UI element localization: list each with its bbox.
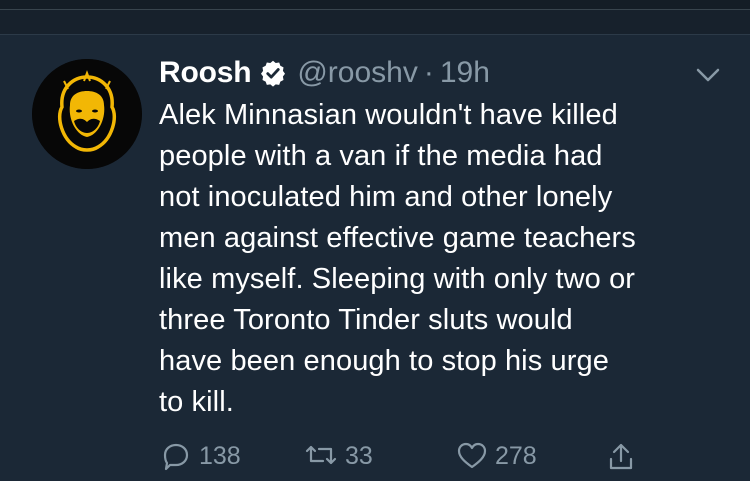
retweet-count: 33 [345, 441, 373, 470]
avatar[interactable] [32, 59, 142, 169]
reply-icon [163, 443, 189, 471]
retweet-icon [305, 445, 337, 465]
heart-icon [457, 442, 487, 469]
tweet-card[interactable]: Roosh @rooshv · 19h Alek Minnasian would… [0, 35, 750, 471]
tweet-text: Alek Minnasian wouldn't have killed peop… [159, 99, 636, 418]
like-count: 278 [495, 441, 537, 470]
timestamp[interactable]: 19h [440, 56, 490, 90]
separator-dot: · [423, 56, 434, 89]
chevron-down-icon[interactable] [694, 61, 722, 89]
beard-face-logo [32, 59, 142, 169]
verified-badge-icon [259, 59, 287, 87]
display-name[interactable]: Roosh [159, 56, 252, 90]
reply-button[interactable]: 138 [159, 441, 241, 471]
tweet-header: Roosh @rooshv · 19h [159, 53, 490, 93]
share-button[interactable] [605, 441, 643, 471]
top-bar [0, 0, 750, 10]
like-button[interactable]: 278 [455, 441, 537, 471]
retweet-button[interactable]: 33 [303, 441, 373, 471]
top-strip [0, 10, 750, 35]
reply-count: 138 [199, 441, 241, 470]
share-icon [609, 443, 633, 470]
action-bar: 138 33 278 [159, 441, 659, 481]
handle[interactable]: @rooshv [297, 56, 418, 90]
